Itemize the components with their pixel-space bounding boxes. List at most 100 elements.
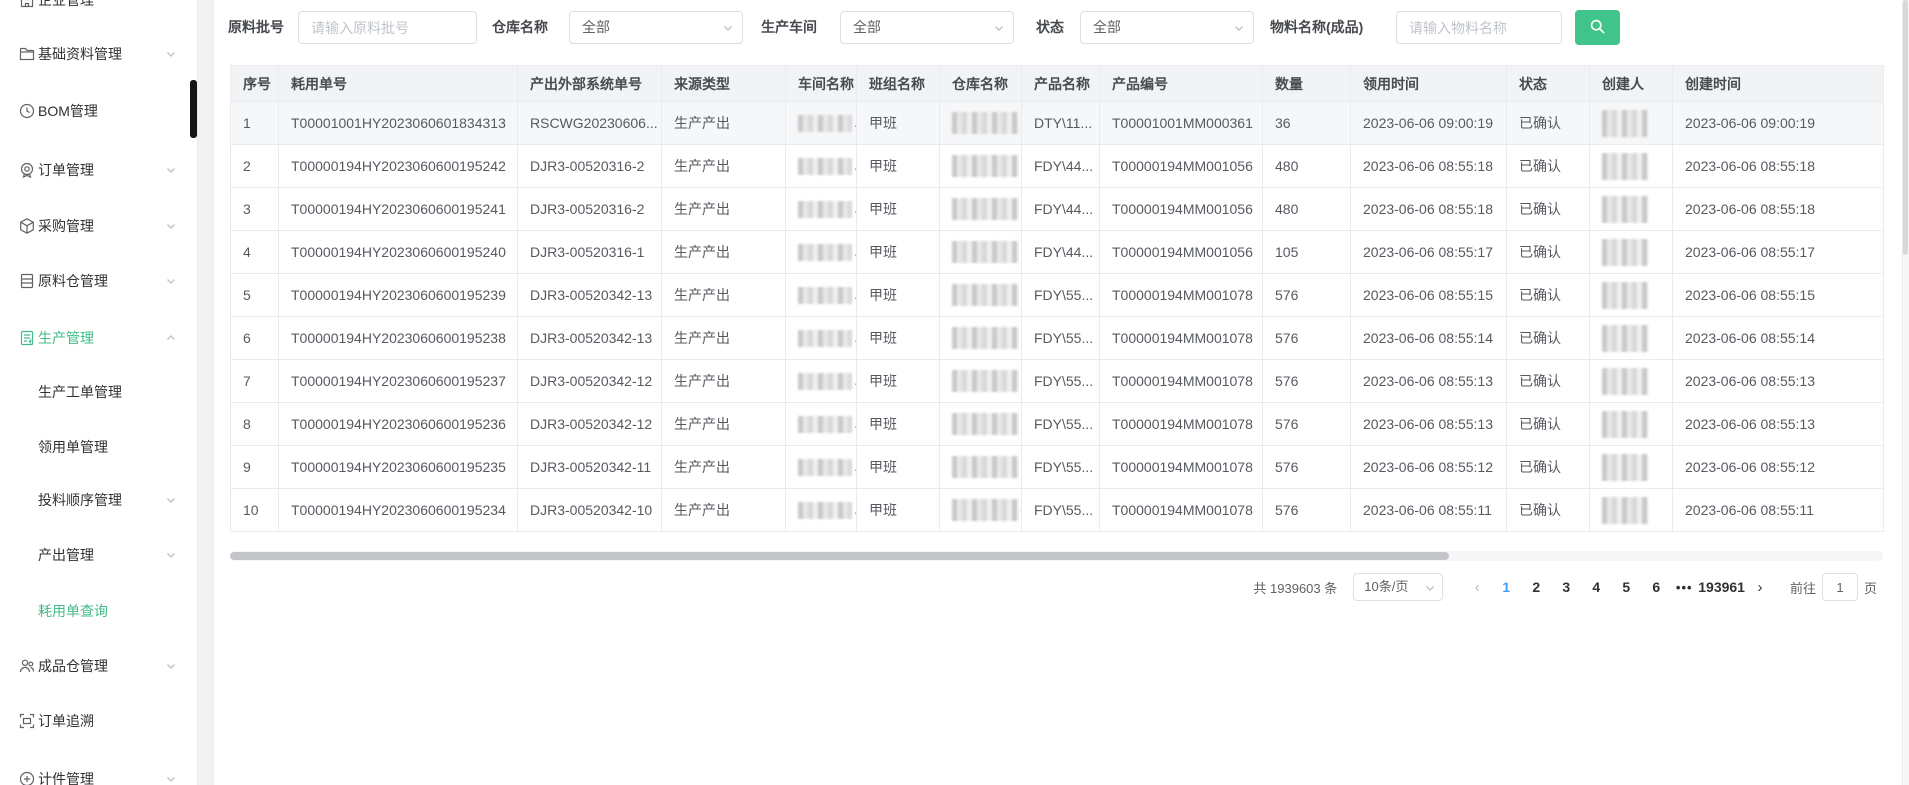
page-size-select[interactable]: 10条/页 <box>1353 573 1443 601</box>
sidebar-item-order-trace[interactable]: 订单追溯 <box>0 701 197 741</box>
sidebar-item-basic-data[interactable]: 基础资料管理 <box>0 34 197 74</box>
page-scrollbar-track[interactable] <box>1902 0 1909 785</box>
censored-creator-blob <box>1602 282 1648 309</box>
filter-label-workshop: 生产车间 <box>761 11 817 44</box>
censored-creator-blob <box>1602 239 1648 266</box>
page-scrollbar-thumb[interactable] <box>1903 0 1908 255</box>
censored-creator-blob <box>1602 454 1648 481</box>
sidebar-item-work-order[interactable]: 生产工单管理 <box>0 372 197 412</box>
next-page-button[interactable]: › <box>1746 579 1774 596</box>
cell-product_code: T00000194MM001078 <box>1100 360 1263 403</box>
cell-create_time: 2023-06-06 08:55:14 <box>1673 317 1884 360</box>
censored-workshop-blob <box>798 330 852 347</box>
page-number-5[interactable]: 5 <box>1611 579 1641 595</box>
cell-product_code: T00000194MM001078 <box>1100 274 1263 317</box>
cell-create_time: 2023-06-06 08:55:18 <box>1673 188 1884 231</box>
sidebar-item-output[interactable]: 产出管理 <box>0 535 197 575</box>
building-icon <box>18 0 36 9</box>
page-number-1[interactable]: 1 <box>1491 579 1521 595</box>
sidebar-item-raw-warehouse[interactable]: 原料仓管理 <box>0 261 197 301</box>
cell-claim_time: 2023-06-06 08:55:17 <box>1351 231 1507 274</box>
sidebar-item-label: 基础资料管理 <box>38 34 122 74</box>
status-select[interactable]: 全部 <box>1080 11 1254 44</box>
cell-status: 已确认 <box>1507 274 1590 317</box>
prev-page-button[interactable]: ‹ <box>1463 579 1491 596</box>
chevron-down-icon <box>165 773 177 785</box>
page-number-4[interactable]: 4 <box>1581 579 1611 595</box>
censored-warehouse-blob <box>952 112 1018 134</box>
sidebar-item-finished-warehouse[interactable]: 成品仓管理 <box>0 646 197 686</box>
sidebar-item-bom[interactable]: BOM管理 <box>0 91 197 131</box>
column-header-warehouse: 仓库名称 <box>940 66 1022 102</box>
cell-status: 已确认 <box>1507 403 1590 446</box>
table-row[interactable]: 9T00000194HY2023060600195235DJR3-0052034… <box>231 446 1884 489</box>
censored-warehouse-blob <box>952 370 1018 392</box>
cell-status: 已确认 <box>1507 102 1590 145</box>
cell-consume_no: T00000194HY2023060600195237 <box>279 360 518 403</box>
cell-qty: 36 <box>1263 102 1351 145</box>
sidebar-item-requisition[interactable]: 领用单管理 <box>0 427 197 467</box>
table-row[interactable]: 6T00000194HY2023060600195238DJR3-0052034… <box>231 317 1884 360</box>
material-input-field[interactable] <box>1397 12 1561 43</box>
cell-team: 甲班 <box>857 274 940 317</box>
cell-creator <box>1590 446 1673 489</box>
last-page-button[interactable]: 193961 <box>1697 579 1746 595</box>
workshop-select-value: 全部 <box>853 19 881 35</box>
sidebar-item-label: 订单追溯 <box>38 701 94 741</box>
pagination-total: 共 1939603 条 <box>1253 578 1337 597</box>
chevron-down-icon <box>722 22 734 34</box>
sidebar-scrollbar-thumb[interactable] <box>190 80 197 138</box>
cell-claim_time: 2023-06-06 08:55:18 <box>1351 145 1507 188</box>
sidebar-item-purchase[interactable]: 采购管理 <box>0 206 197 246</box>
sidebar-item-label: 产出管理 <box>38 535 94 575</box>
cell-creator <box>1590 274 1673 317</box>
cell-warehouse: . <box>940 231 1022 274</box>
sidebar-item-consumption-query[interactable]: 耗用单查询 <box>0 591 197 631</box>
sidebar-item-label: 订单管理 <box>38 150 94 190</box>
more-pages-button[interactable]: ••• <box>1671 580 1697 595</box>
page-number-6[interactable]: 6 <box>1641 579 1671 595</box>
cell-warehouse: -... <box>940 489 1022 532</box>
page-number-2[interactable]: 2 <box>1521 579 1551 595</box>
table-row[interactable]: 2T00000194HY2023060600195242DJR3-0052031… <box>231 145 1884 188</box>
warehouse-select[interactable]: 全部 <box>569 11 743 44</box>
cell-create_time: 2023-06-06 08:55:18 <box>1673 145 1884 188</box>
column-header-qty: 数量 <box>1263 66 1351 102</box>
column-header-claim_time: 领用时间 <box>1351 66 1507 102</box>
sidebar-item-enterprise[interactable]: 企业管理 <box>0 0 197 20</box>
raw_batch-input-field[interactable] <box>299 12 476 43</box>
cell-claim_time: 2023-06-06 08:55:11 <box>1351 489 1507 532</box>
table-row[interactable]: 1T00001001HY2023060601834313RSCWG2023060… <box>231 102 1884 145</box>
cell-workshop: . <box>786 360 857 403</box>
cell-consume_no: T00001001HY2023060601834313 <box>279 102 518 145</box>
page-number-3[interactable]: 3 <box>1551 579 1581 595</box>
horizontal-scrollbar-thumb[interactable] <box>230 552 1449 560</box>
goto-page-input[interactable] <box>1822 573 1858 601</box>
cell-workshop: .. <box>786 317 857 360</box>
cell-consume_no: T00000194HY2023060600195240 <box>279 231 518 274</box>
table-row[interactable]: 8T00000194HY2023060600195236DJR3-0052034… <box>231 403 1884 446</box>
sidebar-item-production[interactable]: 生产管理 <box>0 318 197 358</box>
cell-product_code: T00000194MM001056 <box>1100 231 1263 274</box>
status-select-value: 全部 <box>1093 19 1121 35</box>
table-row[interactable]: 7T00000194HY2023060600195237DJR3-0052034… <box>231 360 1884 403</box>
table-row[interactable]: 3T00000194HY2023060600195241DJR3-0052031… <box>231 188 1884 231</box>
cell-seq: 8 <box>231 403 279 446</box>
chevron-down-icon <box>165 660 177 672</box>
cell-product_name: FDY\55... <box>1022 360 1100 403</box>
table-row[interactable]: 4T00000194HY2023060600195240DJR3-0052031… <box>231 231 1884 274</box>
cell-qty: 576 <box>1263 446 1351 489</box>
table-row[interactable]: 5T00000194HY2023060600195239DJR3-0052034… <box>231 274 1884 317</box>
sidebar-item-piecework[interactable]: 计件管理 <box>0 759 197 785</box>
folder-icon <box>18 45 36 63</box>
search-button[interactable] <box>1575 10 1620 45</box>
sidebar-item-feeding-sequence[interactable]: 投料顺序管理 <box>0 480 197 520</box>
workshop-select[interactable]: 全部 <box>840 11 1014 44</box>
sidebar-item-label: 生产工单管理 <box>38 372 122 412</box>
table-row[interactable]: 10T00000194HY2023060600195234DJR3-005203… <box>231 489 1884 532</box>
censored-creator-blob <box>1602 110 1648 137</box>
horizontal-scrollbar-track[interactable] <box>230 551 1883 561</box>
material-input[interactable] <box>1396 11 1562 44</box>
raw_batch-input[interactable] <box>298 11 477 44</box>
sidebar-item-order[interactable]: 订单管理 <box>0 150 197 190</box>
